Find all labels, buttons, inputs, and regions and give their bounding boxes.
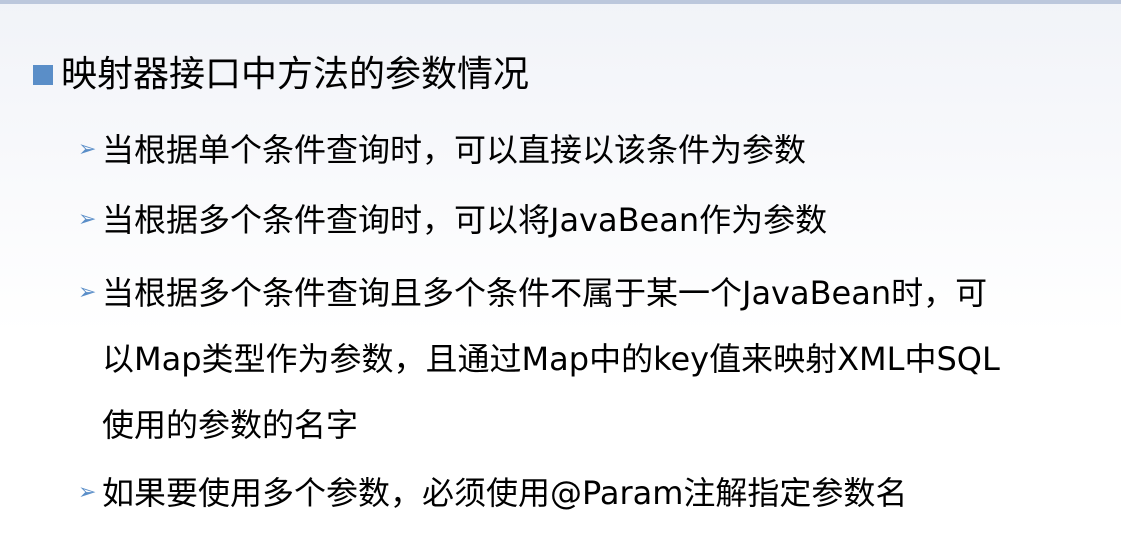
arrow-bullet-icon: ➢: [78, 280, 97, 305]
list-item: ➢ 如果要使用多个参数，必须使用@Param注解指定参数名: [78, 460, 1092, 526]
list-item-line: 使用的参数的名字: [102, 406, 359, 444]
slide-heading: 映射器接口中方法的参数情况: [33, 50, 529, 100]
list-item-text: 如果要使用多个参数，必须使用@Param注解指定参数名: [102, 474, 908, 512]
square-bullet-icon: [33, 65, 53, 85]
list-item-text: 当根据多个条件查询且多个条件不属于某一个JavaBean时，可 以Map类型作为…: [102, 260, 1092, 458]
arrow-bullet-icon: ➢: [78, 207, 97, 232]
slide: 映射器接口中方法的参数情况 ➢ 当根据单个条件查询时，可以直接以该条件为参数 ➢…: [0, 0, 1121, 555]
list-item: ➢ 当根据多个条件查询且多个条件不属于某一个JavaBean时，可 以Map类型…: [78, 260, 1092, 458]
list-item-line: 当根据多个条件查询且多个条件不属于某一个JavaBean时，可: [102, 274, 988, 312]
heading-text: 映射器接口中方法的参数情况: [61, 54, 530, 95]
list-item-line: 以Map类型作为参数，且通过Map中的key值来映射XML中SQL: [102, 340, 1000, 378]
arrow-bullet-icon: ➢: [78, 137, 97, 162]
arrow-bullet-icon: ➢: [78, 480, 97, 505]
list-item: ➢ 当根据多个条件查询时，可以将JavaBean作为参数: [78, 187, 1092, 253]
list-item: ➢ 当根据单个条件查询时，可以直接以该条件为参数: [78, 117, 1092, 183]
list-item-text: 当根据单个条件查询时，可以直接以该条件为参数: [102, 131, 807, 169]
list-item-text: 当根据多个条件查询时，可以将JavaBean作为参数: [102, 201, 828, 239]
top-divider: [0, 0, 1121, 4]
